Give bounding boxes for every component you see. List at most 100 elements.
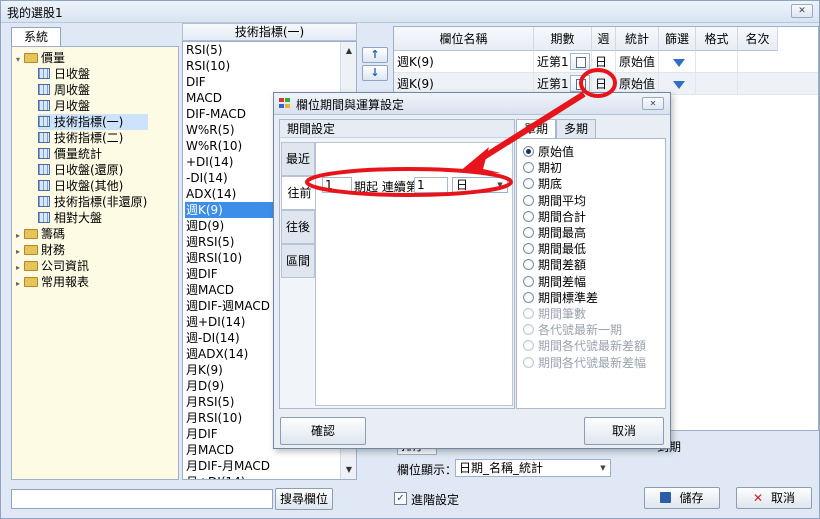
tree-item[interactable]: 日收盤(還原) bbox=[38, 162, 123, 178]
filter-icon[interactable] bbox=[672, 58, 685, 67]
tab-backward[interactable]: 往後 bbox=[281, 210, 315, 244]
format-cell[interactable] bbox=[696, 73, 738, 95]
tree-folder[interactable]: ▾ 價量 bbox=[16, 50, 65, 66]
column-header[interactable]: 週期 bbox=[592, 27, 616, 70]
tree-item[interactable]: 技術指標(一) bbox=[38, 114, 148, 130]
tree-item[interactable]: 日收盤 bbox=[38, 66, 90, 82]
main-window: 我的選股1 ✕ 系統 ▾ 價量 日收盤 周收盤 月收盤 技術指標(一) 技術指標(二) 價量統… bbox=[0, 0, 820, 519]
tree-folder[interactable]: ▸ 常用報表 bbox=[16, 274, 89, 290]
calc-option-radio[interactable]: 期間差額 bbox=[523, 257, 586, 273]
tree-item[interactable]: 日收盤(其他) bbox=[38, 178, 123, 194]
stat-cell[interactable]: 原始值 bbox=[616, 51, 659, 73]
tree-item[interactable]: 技術指標(非還原) bbox=[38, 194, 147, 210]
radio-label: 各代號最新一期 bbox=[538, 323, 623, 338]
calc-option-radio[interactable]: 期間合計 bbox=[523, 209, 586, 225]
tree-folder[interactable]: ▸ 財務 bbox=[16, 242, 65, 258]
filter-icon[interactable] bbox=[672, 80, 685, 89]
column-header[interactable]: 統計 bbox=[616, 27, 659, 51]
calc-option-radio[interactable]: 期間最高 bbox=[523, 225, 586, 241]
calc-option-radio[interactable]: 期間差幅 bbox=[523, 274, 586, 290]
radio-circle-icon bbox=[523, 308, 534, 319]
tree-item[interactable]: 相對大盤 bbox=[38, 210, 102, 226]
column-header[interactable]: 期數 bbox=[534, 27, 592, 51]
indicator-item[interactable]: DIF bbox=[185, 74, 339, 90]
tree-label: 技術指標(二) bbox=[54, 131, 124, 145]
search-input[interactable] bbox=[11, 489, 273, 509]
tree-label: 常用報表 bbox=[41, 275, 90, 289]
display-combo[interactable]: 日期_名稱_統計 ▼ bbox=[455, 459, 611, 477]
dialog-ok-button[interactable]: 確認 bbox=[280, 417, 366, 445]
calc-option-radio[interactable]: 原始值 bbox=[523, 144, 574, 160]
advanced-settings-checkbox[interactable]: ✓ bbox=[394, 492, 407, 505]
dialog-close-button[interactable]: ✕ bbox=[642, 97, 664, 110]
tab-range[interactable]: 區間 bbox=[281, 244, 315, 278]
radio-circle-icon bbox=[523, 227, 534, 238]
tree-label: 日收盤 bbox=[54, 67, 91, 81]
tree-item[interactable]: 價量統計 bbox=[38, 146, 102, 162]
category-tree[interactable]: ▾ 價量日收盤周收盤 月收盤 技術指標(一) 技術指標(二) 價量統計 日收盤(還原) 日收盤… bbox=[11, 46, 179, 480]
table-icon bbox=[38, 100, 50, 111]
tab-multi-period[interactable]: 多期 bbox=[556, 119, 596, 139]
edit-period-icon[interactable] bbox=[570, 53, 590, 70]
calc-option-radio[interactable]: 期間標準差 bbox=[523, 290, 598, 306]
cancel-button[interactable]: ✕ 取消 bbox=[736, 487, 812, 509]
filter-cell[interactable] bbox=[659, 51, 696, 73]
tree-item[interactable]: 月收盤 bbox=[38, 98, 90, 114]
indicator-item[interactable]: 月+DI(14) bbox=[185, 474, 339, 479]
rank-cell[interactable] bbox=[738, 73, 818, 95]
display-value: 日期_名稱_統計 bbox=[459, 461, 544, 475]
tab-single-period[interactable]: 單期 bbox=[516, 119, 556, 139]
tree-item[interactable]: 周收盤 bbox=[38, 82, 90, 98]
indicator-item[interactable]: 月DIF-月MACD bbox=[185, 458, 339, 474]
move-down-button[interactable]: ↓ bbox=[362, 65, 388, 81]
calc-option-radio[interactable]: 期間平均 bbox=[523, 193, 586, 209]
scroll-up-arrow-icon[interactable]: ▲ bbox=[342, 44, 356, 58]
tab-system[interactable]: 系統 bbox=[11, 27, 61, 47]
calc-option-radio[interactable]: 期初 bbox=[523, 160, 562, 176]
search-field-button[interactable]: 搜尋欄位 bbox=[275, 488, 333, 510]
radio-label: 期間合計 bbox=[538, 209, 587, 224]
rank-cell[interactable] bbox=[738, 51, 818, 73]
radio-label: 期間最高 bbox=[538, 226, 587, 240]
table-icon bbox=[38, 116, 50, 127]
column-name-cell[interactable]: 週K(9) bbox=[394, 51, 534, 73]
cycle-cell[interactable]: 日 bbox=[592, 51, 616, 73]
expand-right-icon[interactable]: ▸ bbox=[16, 276, 24, 292]
start-period-input[interactable]: 1 bbox=[322, 177, 352, 193]
tree-label: 周收盤 bbox=[54, 83, 91, 97]
indicator-item[interactable]: RSI(10) bbox=[185, 58, 339, 74]
dialog-title-bar: 欄位期間與運算設定 ✕ bbox=[274, 93, 670, 115]
expand-down-icon[interactable]: ▾ bbox=[16, 52, 24, 68]
radio-circle-icon bbox=[523, 275, 534, 287]
column-header[interactable]: 欄位名稱 bbox=[394, 27, 534, 51]
consecutive-input[interactable]: 1 bbox=[414, 177, 448, 193]
column-header[interactable]: 名次 bbox=[738, 27, 778, 51]
column-header[interactable]: 格式 bbox=[696, 27, 738, 51]
tab-recent[interactable]: 最近 bbox=[281, 142, 315, 176]
tree-item[interactable]: 技術指標(二) bbox=[38, 130, 123, 146]
tab-forward[interactable]: 往前 bbox=[281, 176, 317, 210]
tree-label: 價量統計 bbox=[54, 147, 103, 161]
unit-combo[interactable]: 日 ▼ bbox=[452, 177, 508, 193]
calc-option-radio[interactable]: 期底 bbox=[523, 176, 562, 192]
radio-label: 期間最低 bbox=[538, 242, 587, 257]
column-header[interactable]: 篩選 bbox=[659, 27, 696, 51]
move-up-button[interactable]: ↑ bbox=[362, 47, 388, 63]
calc-option-radio: 期間筆數 bbox=[523, 306, 586, 322]
scroll-down-arrow-icon[interactable]: ▼ bbox=[342, 463, 356, 477]
radio-circle-icon bbox=[523, 210, 534, 222]
tree-label: 價量 bbox=[41, 51, 66, 65]
calc-options-list: 原始值 期初 期底 期間平均 期間合計期間最高期間最低 期間差額 期間差幅 期間標準差 期間筆數… bbox=[516, 138, 666, 409]
calc-option-radio[interactable]: 期間最低 bbox=[523, 241, 586, 257]
radio-label: 期間各代號最新差幅 bbox=[538, 355, 647, 370]
dialog-cancel-button[interactable]: 取消 bbox=[584, 417, 664, 445]
radio-label: 期間平均 bbox=[538, 193, 587, 208]
edit-period-icon[interactable] bbox=[570, 75, 590, 92]
tree-folder[interactable]: ▸ 公司資訊 bbox=[16, 258, 89, 274]
window-close-button[interactable]: ✕ bbox=[791, 4, 813, 18]
calc-option-radio: 期間各代號最新差額 bbox=[523, 338, 646, 354]
tree-folder[interactable]: ▸ 籌碼 bbox=[16, 226, 65, 242]
indicator-item[interactable]: RSI(5) bbox=[185, 42, 339, 58]
format-cell[interactable] bbox=[696, 51, 738, 73]
save-button[interactable]: 儲存 bbox=[644, 487, 720, 509]
